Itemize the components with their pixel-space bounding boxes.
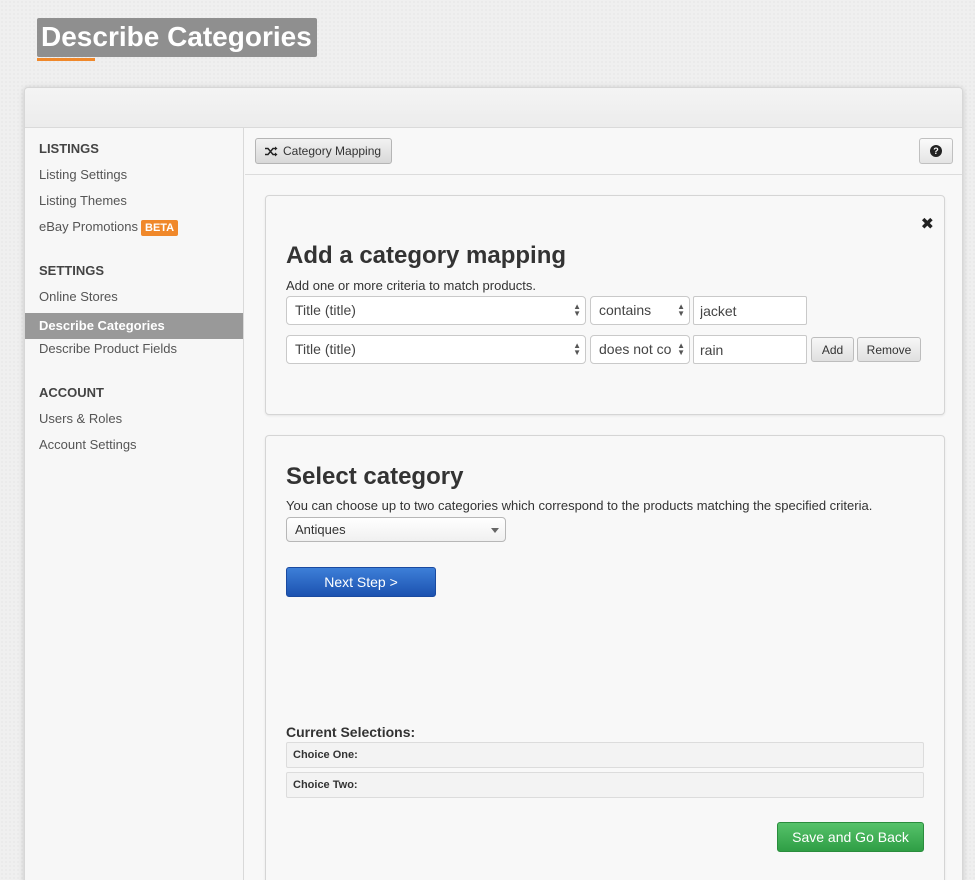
remove-criteria-button[interactable]: Remove (857, 337, 921, 362)
criteria-1-field-select[interactable]: Title (title) ▲ ▼ (286, 296, 586, 325)
sidebar-item-users-roles[interactable]: Users & Roles (25, 409, 243, 435)
criteria-2-operator-value: does not co (599, 341, 672, 357)
page-title: Describe Categories (37, 18, 317, 57)
main-panel: LISTINGS Listing Settings Listing Themes… (24, 87, 963, 880)
category-mapping-card: ✖ Add a category mapping Add one or more… (265, 195, 945, 415)
category-title: Select category (286, 463, 464, 490)
sidebar-heading-account: ACCOUNT (39, 385, 104, 400)
criteria-1-operator-select[interactable]: contains ▲ ▼ (590, 296, 690, 325)
help-icon: ? (930, 145, 942, 157)
save-and-go-back-button[interactable]: Save and Go Back (777, 822, 924, 852)
criteria-1-value-input[interactable] (693, 296, 807, 325)
select-category-card: Select category You can choose up to two… (265, 435, 945, 880)
page-title-wrap: Describe Categories (37, 18, 317, 61)
criteria-1-operator-value: contains (599, 302, 652, 318)
criteria-2-field-value: Title (title) (295, 341, 356, 357)
shuffle-icon (265, 146, 278, 156)
sidebar-item-describe-categories[interactable]: Describe Categories (25, 313, 243, 339)
sidebar-item-online-stores[interactable]: Online Stores (25, 287, 243, 313)
sidebar-section-account: ACCOUNT Users & Roles Account Settings (25, 385, 243, 461)
category-select-value: Antiques (295, 522, 346, 537)
chevron-down-icon (491, 528, 499, 533)
current-selections-label: Current Selections: (286, 724, 416, 740)
choice-one-field: Choice One: (286, 742, 924, 768)
help-button[interactable]: ? (919, 138, 953, 164)
mapping-subtitle: Add one or more criteria to match produc… (286, 278, 537, 293)
sidebar-item-describe-product-fields[interactable]: Describe Product Fields (25, 339, 243, 365)
sidebar-item-listing-settings[interactable]: Listing Settings (25, 165, 243, 191)
select-arrows-icon: ▲ ▼ (571, 341, 581, 357)
sidebar-item-account-settings[interactable]: Account Settings (25, 435, 243, 461)
sidebar-section-settings: SETTINGS Online Stores Describe Categori… (25, 263, 243, 365)
sidebar-item-listing-themes[interactable]: Listing Themes (25, 191, 243, 217)
criteria-1-field-value: Title (title) (295, 302, 356, 318)
sidebar: LISTINGS Listing Settings Listing Themes… (25, 128, 244, 880)
select-arrows-icon: ▲ ▼ (571, 302, 581, 318)
close-icon[interactable]: ✖ (921, 216, 934, 234)
criteria-2-value-input[interactable] (693, 335, 807, 364)
panel-header (25, 88, 962, 128)
select-arrows-icon: ▲ ▼ (675, 341, 685, 357)
toolbar: Category Mapping ? (245, 128, 962, 175)
criteria-2-operator-select[interactable]: does not co ▲ ▼ (590, 335, 690, 364)
select-arrows-icon: ▲ ▼ (675, 302, 685, 318)
sidebar-heading-listings: LISTINGS (39, 141, 99, 156)
add-criteria-button[interactable]: Add (811, 337, 854, 362)
sidebar-heading-settings: SETTINGS (39, 263, 105, 278)
category-subtitle: You can choose up to two categories whic… (286, 498, 873, 513)
sidebar-item-ebay-promotions[interactable]: eBay Promotions BETA (25, 217, 243, 243)
beta-badge: BETA (141, 220, 179, 236)
title-underline (37, 58, 95, 61)
category-mapping-label: Category Mapping (283, 144, 382, 158)
category-select[interactable]: Antiques (286, 517, 506, 542)
sidebar-section-listings: LISTINGS Listing Settings Listing Themes… (25, 141, 243, 243)
mapping-title: Add a category mapping (286, 242, 567, 269)
content-area: Category Mapping ? ✖ Add a category mapp… (245, 128, 962, 880)
criteria-2-field-select[interactable]: Title (title) ▲ ▼ (286, 335, 586, 364)
choice-two-field: Choice Two: (286, 772, 924, 798)
sidebar-item-label: eBay Promotions (39, 219, 138, 234)
next-step-button[interactable]: Next Step > (286, 567, 436, 597)
category-mapping-button[interactable]: Category Mapping (255, 138, 393, 164)
